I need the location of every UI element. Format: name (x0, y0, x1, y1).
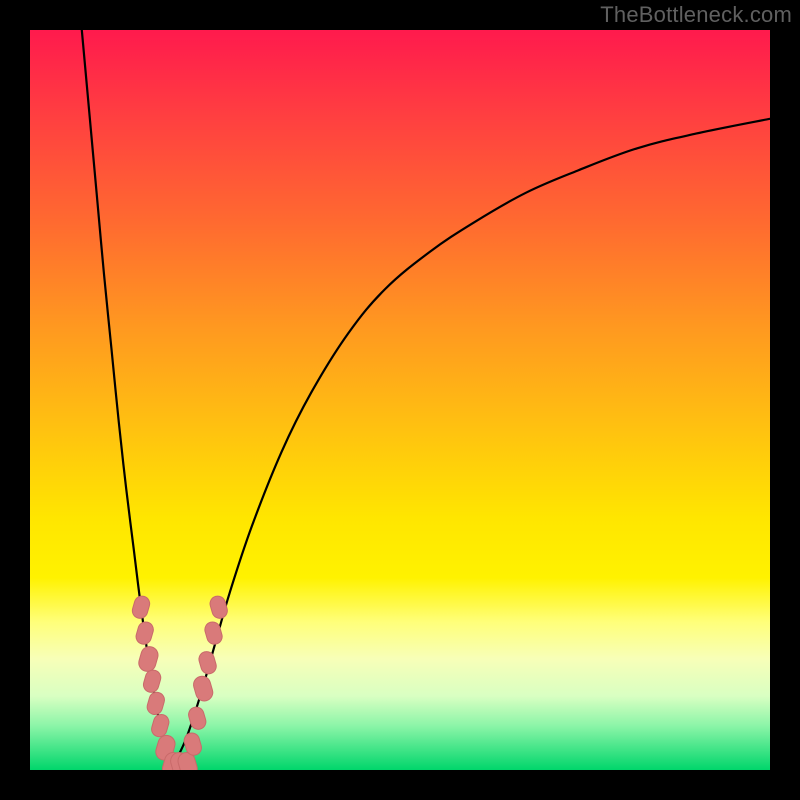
data-marker (142, 668, 163, 694)
data-marker (150, 713, 171, 739)
data-marker (131, 594, 152, 620)
data-marker (134, 620, 155, 646)
watermark-text: TheBottleneck.com (600, 2, 792, 28)
chart-plot-area (30, 30, 770, 770)
marker-cluster (131, 594, 230, 770)
data-marker (145, 690, 166, 716)
data-marker (192, 674, 215, 703)
curve-right-branch (171, 119, 770, 770)
chart-svg-layer (30, 30, 770, 770)
data-marker (137, 645, 160, 674)
data-marker (208, 594, 229, 620)
chart-frame: TheBottleneck.com (0, 0, 800, 800)
data-marker (197, 650, 218, 676)
